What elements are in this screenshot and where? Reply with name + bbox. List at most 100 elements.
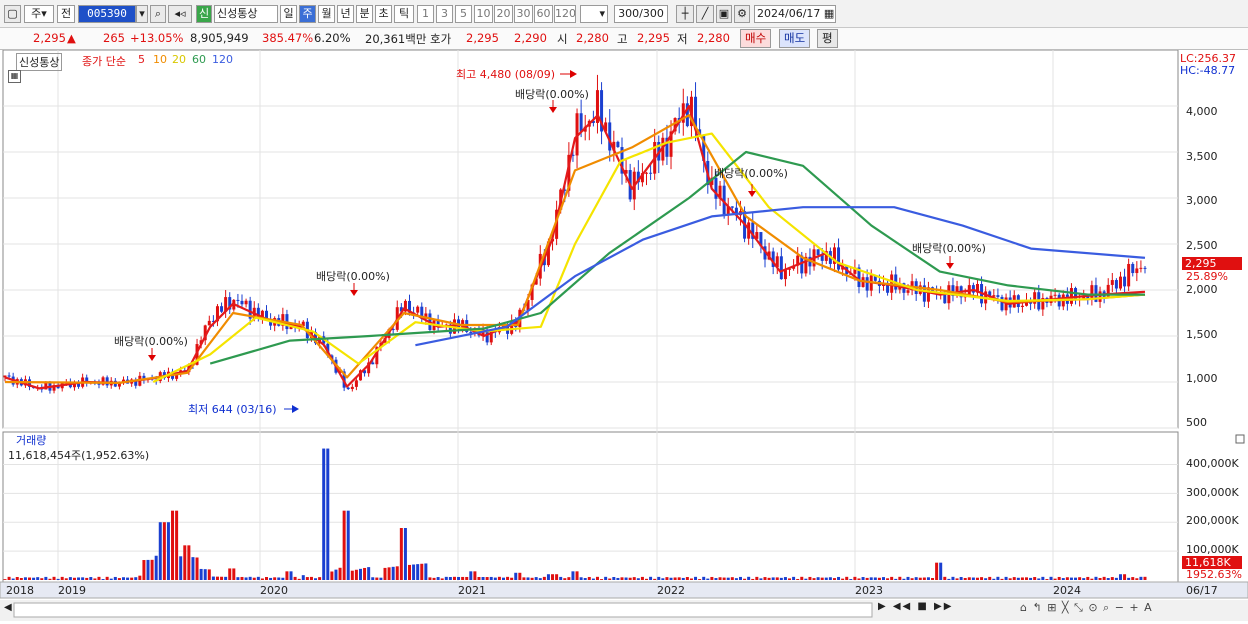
candle-body [837, 247, 841, 270]
volume-bar [751, 578, 755, 580]
volume-bar [1086, 576, 1090, 580]
volume-bar [779, 577, 783, 580]
volume-bar [493, 577, 497, 580]
sell-button[interactable]: 매도 [779, 29, 811, 48]
candle-body [1118, 276, 1122, 289]
volume-bar [64, 578, 68, 580]
volume-bar [935, 562, 939, 580]
volume-bar [555, 574, 559, 580]
calculator-icon[interactable]: ▦ [8, 70, 21, 83]
low-price: 2,280 [697, 31, 730, 45]
volume-bar [640, 576, 644, 580]
pct-tag: 25.89% [1186, 270, 1228, 283]
period-select[interactable]: 주▾ [24, 5, 54, 23]
volume-bar [967, 577, 971, 580]
volume-bar [726, 577, 730, 580]
volume-bar [1078, 577, 1082, 580]
volume-bar [763, 577, 767, 580]
num-120[interactable]: 120 [554, 5, 576, 23]
chart-area[interactable]: 신성통상 종가 단순 5 10 20 60 120 ▦ 거래량 11,618,4… [0, 49, 1248, 621]
volume-bar [563, 578, 567, 580]
save-icon[interactable]: ▣ [716, 5, 732, 23]
volume-bar [1065, 577, 1069, 580]
high-annotation: 최고 4,480 (08/09) [456, 68, 556, 81]
num-1[interactable]: 1 [417, 5, 434, 23]
volume-bar [305, 577, 309, 580]
count-input[interactable]: 300/300 [614, 5, 668, 23]
price-tick-3000: 3,000 [1186, 194, 1218, 207]
volume-bar [142, 560, 146, 580]
volume-tick-300k: 300,000K [1186, 486, 1239, 499]
volume-bar [1127, 577, 1131, 580]
num-20[interactable]: 20 [494, 5, 513, 23]
line-tool-icon[interactable]: ╱ [696, 5, 714, 23]
volume-bar [685, 577, 689, 580]
eval-button[interactable]: 평 [817, 29, 838, 48]
volume-bar [236, 577, 240, 580]
date-input[interactable]: 2024/06/17 ▦ [754, 5, 836, 23]
buy-button[interactable]: 매수 [740, 29, 772, 48]
volume-bar [183, 545, 187, 580]
candle-type-icon[interactable]: ┼ [676, 5, 694, 23]
period-minute[interactable]: 분 [356, 5, 373, 23]
candle-body [906, 290, 910, 293]
window-icon[interactable]: ▢ [4, 5, 21, 23]
num-3[interactable]: 3 [436, 5, 453, 23]
dividend-mark-4: 배당락(0.00%) [714, 167, 788, 180]
volume-bar [309, 576, 313, 580]
candle-body [350, 386, 354, 390]
volume-bar [220, 576, 224, 580]
candle-body [996, 295, 1000, 297]
stock-name[interactable]: 신성통상 [214, 5, 278, 23]
x-label-2018: 2018 [6, 584, 34, 597]
candle-body [220, 306, 224, 312]
open-price: 2,280 [576, 31, 609, 45]
volume-bar [571, 571, 575, 580]
volume-bar [955, 578, 959, 580]
scroll-controls[interactable]: ▶ ◀◀ ■ ▶▶ [878, 601, 953, 612]
price-tag: 2,295 [1182, 257, 1242, 270]
volume-bar [665, 577, 669, 580]
num-5[interactable]: 5 [455, 5, 472, 23]
period-month[interactable]: 월 [318, 5, 335, 23]
num-30[interactable]: 30 [514, 5, 533, 23]
num-10[interactable]: 10 [474, 5, 493, 23]
scroll-left-button[interactable]: ◀ [4, 602, 12, 613]
gear-icon[interactable]: ⚙ [734, 5, 750, 23]
volume-bar [861, 577, 865, 580]
volume-bar [387, 567, 391, 580]
volume-bar [334, 569, 338, 580]
volume-bar [60, 576, 64, 580]
period-year[interactable]: 년 [337, 5, 354, 23]
period-week[interactable]: 주 [299, 5, 316, 23]
volume-bar [358, 568, 362, 580]
ma60-label: 60 [192, 53, 206, 66]
volume-bar [28, 577, 32, 580]
candle-body [1123, 276, 1127, 287]
volume-bar [32, 577, 36, 580]
stock-code-input[interactable]: 005390 [78, 5, 136, 23]
volume-bar [996, 576, 1000, 580]
volume-bar [77, 577, 81, 580]
period-tick[interactable]: 틱 [394, 5, 414, 23]
prev-button[interactable]: 전 [57, 5, 75, 23]
period-day[interactable]: 일 [280, 5, 297, 23]
speaker-icon[interactable]: ◂◃ [168, 5, 192, 23]
volume-bar [595, 576, 599, 580]
code-dropdown-icon[interactable]: ▾ [136, 5, 148, 23]
volume-bar [477, 576, 481, 580]
num-60[interactable]: 60 [534, 5, 553, 23]
price-tick-1500: 1,500 [1186, 328, 1218, 341]
candle-body [645, 172, 649, 174]
volume-bar [187, 545, 191, 580]
chart-tools[interactable]: ⌂ ↰ ⊞ ╳ ⤡ ⊙ ⌕ − + A [1020, 601, 1153, 615]
calendar-icon[interactable]: ▦ [824, 7, 834, 20]
custom-period-select[interactable]: ▾ [580, 5, 608, 23]
search-icon[interactable]: ⌕ [150, 5, 166, 23]
volume-bar [338, 567, 342, 580]
candle-body [1139, 267, 1143, 269]
candle-body [1127, 263, 1131, 287]
volume-bar [428, 577, 432, 580]
volume-bar [792, 576, 796, 580]
period-second[interactable]: 초 [375, 5, 392, 23]
